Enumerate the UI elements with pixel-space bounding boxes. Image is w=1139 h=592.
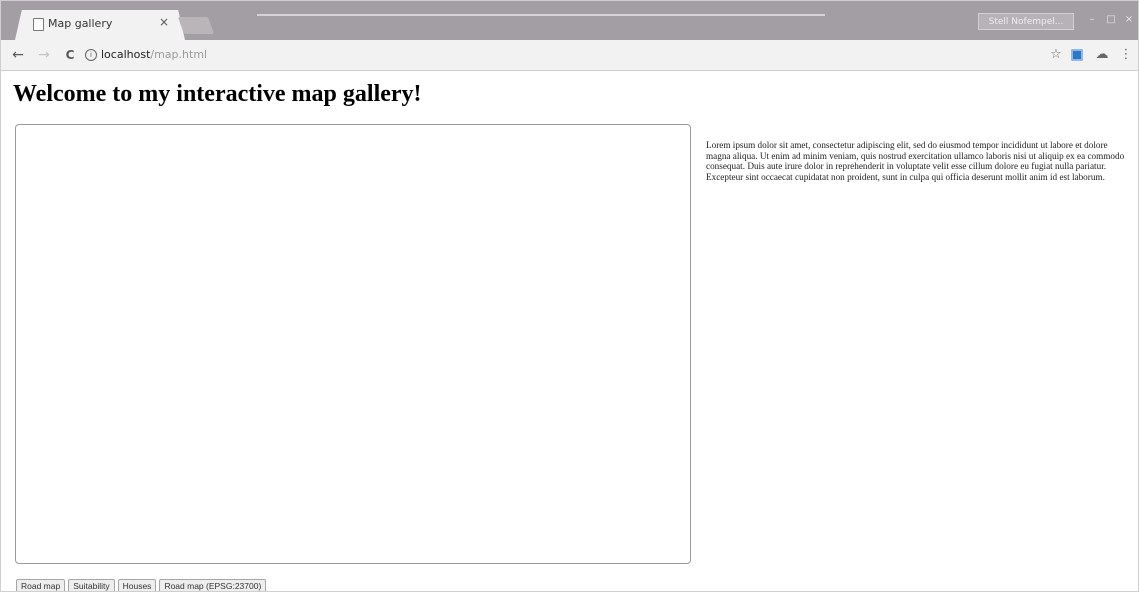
address-host: localhost — [101, 48, 151, 61]
reload-icon[interactable]: C — [59, 44, 81, 66]
forward-icon[interactable]: → — [33, 44, 55, 66]
page-content: Welcome to my interactive map gallery! L… — [1, 71, 1138, 591]
road-map-epsg-button[interactable]: Road map (EPSG:23700) — [159, 579, 267, 591]
bookmark-star-icon[interactable]: ☆ — [1047, 46, 1065, 64]
tab-strip: Map gallery × Stell Nofempel... – □ × — [1, 1, 1138, 40]
close-window-icon[interactable]: × — [1121, 13, 1137, 27]
address-path: /map.html — [150, 48, 208, 61]
tab-title: Map gallery — [48, 17, 113, 30]
close-tab-icon[interactable]: × — [159, 15, 169, 29]
suitability-button[interactable]: Suitability — [68, 579, 115, 591]
tab-strip-divider — [257, 14, 825, 16]
minimize-icon[interactable]: – — [1084, 13, 1100, 27]
layer-button-bar: Road map Suitability Houses Road map (EP… — [16, 579, 267, 591]
page-title: Welcome to my interactive map gallery! — [13, 81, 422, 107]
browser-window: Map gallery × Stell Nofempel... – □ × ← … — [0, 0, 1139, 592]
page-icon — [33, 18, 44, 31]
cloud-extension-icon[interactable]: ☁ — [1093, 46, 1111, 64]
menu-icon[interactable]: ⋮ — [1117, 46, 1135, 64]
maximize-icon[interactable]: □ — [1103, 13, 1119, 27]
info-icon[interactable]: i — [85, 49, 97, 61]
tab-map-gallery[interactable]: Map gallery × — [15, 10, 185, 40]
profile-button[interactable]: Stell Nofempel... — [978, 13, 1074, 30]
description-text: Lorem ipsum dolor sit amet, consectetur … — [706, 140, 1125, 182]
map-container[interactable] — [15, 124, 691, 564]
browser-toolbar: ← → C i localhost/map.html ☆ ☁ ⋮ — [1, 40, 1138, 71]
back-icon[interactable]: ← — [7, 44, 29, 66]
address-bar[interactable]: i localhost/map.html — [85, 44, 1075, 66]
extension-icon[interactable] — [1071, 49, 1083, 61]
road-map-button[interactable]: Road map — [16, 579, 66, 591]
houses-button[interactable]: Houses — [117, 579, 157, 591]
new-tab-button[interactable] — [177, 17, 215, 34]
